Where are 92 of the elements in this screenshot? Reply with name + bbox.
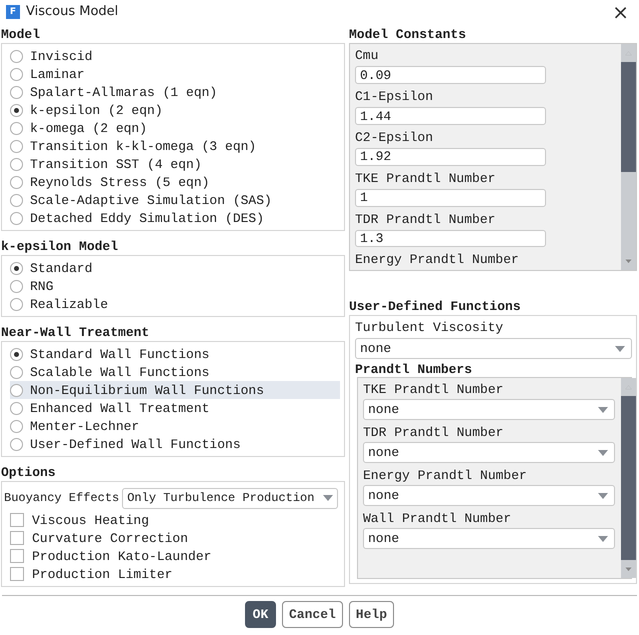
dropdown[interactable]: none xyxy=(363,399,615,420)
radio-button[interactable] xyxy=(10,194,23,207)
dropdown[interactable]: Only Turbulence Production xyxy=(122,488,338,509)
radio-option[interactable]: Standard xyxy=(10,259,340,278)
checkbox-option[interactable]: Viscous Heating xyxy=(10,511,340,530)
radio-button[interactable] xyxy=(10,212,23,225)
field-label: TKE Prandtl Number xyxy=(355,170,496,188)
section-heading: Model Constants xyxy=(349,27,468,44)
input-field[interactable]: 1.44 xyxy=(355,107,546,125)
radio-button[interactable] xyxy=(10,280,23,293)
scrollbar[interactable] xyxy=(621,378,636,578)
checkbox[interactable] xyxy=(10,531,24,546)
radio-option[interactable]: Transition k-kl-omega (3 eqn) xyxy=(10,137,340,156)
section-heading: User-Defined Functions xyxy=(349,299,522,316)
input-field[interactable]: 1.3 xyxy=(355,230,546,248)
field-label: TDR Prandtl Number xyxy=(363,424,504,442)
caret-icon xyxy=(598,450,608,456)
section-heading: Prandtl Numbers xyxy=(355,362,474,378)
radio-button[interactable] xyxy=(10,140,23,153)
radio-button[interactable] xyxy=(10,158,23,171)
checkbox-option[interactable]: Production Limiter xyxy=(10,565,340,584)
field-label: TKE Prandtl Number xyxy=(363,381,504,400)
radio-button[interactable] xyxy=(10,384,23,397)
checkbox[interactable] xyxy=(10,513,24,528)
scrollbar[interactable] xyxy=(621,44,636,270)
checkbox-option[interactable]: Production Kato-Launder xyxy=(10,547,340,566)
radio-option[interactable]: Reynolds Stress (5 eqn) xyxy=(10,173,340,192)
field-label: Turbulent Viscosity xyxy=(355,319,504,338)
input-field[interactable]: 1.92 xyxy=(355,148,546,166)
radio-option[interactable]: Standard Wall Functions xyxy=(10,345,340,364)
caret-icon xyxy=(598,536,608,542)
checkbox[interactable] xyxy=(10,567,24,582)
dropdown[interactable]: none xyxy=(363,528,615,550)
checkbox-option[interactable]: Curvature Correction xyxy=(10,529,340,548)
radio-option[interactable]: Scale-Adaptive Simulation (SAS) xyxy=(10,191,340,210)
radio-button[interactable] xyxy=(10,420,23,433)
radio-option[interactable]: Menter-Lechner xyxy=(10,417,340,436)
field-label: C1-Epsilon xyxy=(355,88,434,106)
dialog-button[interactable]: Cancel xyxy=(282,601,343,628)
input-field[interactable]: 1 xyxy=(355,188,546,207)
radio-button[interactable] xyxy=(10,298,23,311)
scrollbar-thumb[interactable] xyxy=(621,396,636,560)
input-field[interactable]: 0.09 xyxy=(355,66,546,84)
app-icon: F xyxy=(6,4,20,19)
radio-option[interactable]: k-epsilon (2 eqn) xyxy=(10,101,340,120)
field-label: C2-Epsilon xyxy=(355,128,434,147)
field-label: Energy Prandtl Number xyxy=(355,251,520,270)
radio-option[interactable]: Transition SST (4 eqn) xyxy=(10,155,340,174)
checkbox[interactable] xyxy=(10,549,24,564)
field-label: Energy Prandtl Number xyxy=(363,467,528,486)
section-heading: Model xyxy=(1,27,42,44)
radio-button[interactable] xyxy=(10,176,23,189)
radio-button[interactable] xyxy=(10,438,23,451)
radio-option[interactable]: Realizable xyxy=(10,295,340,314)
close-button[interactable]: × xyxy=(608,2,633,22)
field-label: Wall Prandtl Number xyxy=(363,510,512,528)
radio-option[interactable]: Scalable Wall Functions xyxy=(10,363,340,382)
radio-button[interactable] xyxy=(10,122,23,135)
radio-button[interactable] xyxy=(10,366,23,379)
field-label: Buoyancy Effects xyxy=(4,491,120,506)
radio-button[interactable] xyxy=(10,68,23,81)
radio-button[interactable] xyxy=(10,348,23,361)
radio-option[interactable]: k-omega (2 eqn) xyxy=(10,119,340,138)
field-label: Cmu xyxy=(355,47,380,66)
radio-button[interactable] xyxy=(10,262,23,275)
dropdown[interactable]: none xyxy=(363,442,615,464)
radio-option[interactable]: Inviscid xyxy=(10,47,340,66)
field-label: TDR Prandtl Number xyxy=(355,210,496,229)
radio-button[interactable] xyxy=(10,50,23,63)
section-heading: Options xyxy=(1,465,57,482)
caret-icon xyxy=(323,495,333,502)
section-heading: Near-Wall Treatment xyxy=(1,325,150,342)
dialog-button[interactable]: Help xyxy=(348,601,394,628)
caret-icon xyxy=(598,492,608,499)
radio-button[interactable] xyxy=(10,86,23,99)
window-title: Viscous Model xyxy=(26,4,120,20)
section-heading: k-epsilon Model xyxy=(1,239,120,256)
radio-option[interactable]: Laminar xyxy=(10,65,340,84)
radio-option[interactable]: Enhanced Wall Treatment xyxy=(10,399,340,418)
caret-icon xyxy=(598,406,608,413)
dropdown[interactable]: none xyxy=(355,338,632,360)
ok-button[interactable]: OK xyxy=(244,601,276,628)
radio-option[interactable]: Non-Equilibrium Wall Functions xyxy=(10,381,340,400)
radio-option[interactable]: RNG xyxy=(10,277,340,296)
radio-option[interactable]: Spalart-Allmaras (1 eqn) xyxy=(10,83,340,102)
scrollbar-thumb[interactable] xyxy=(621,62,636,172)
radio-button[interactable] xyxy=(10,402,23,415)
radio-option[interactable]: Detached Eddy Simulation (DES) xyxy=(10,209,340,228)
radio-option[interactable]: User-Defined Wall Functions xyxy=(10,435,340,454)
radio-button[interactable] xyxy=(10,104,23,117)
dropdown[interactable]: none xyxy=(363,485,615,506)
caret-icon xyxy=(615,346,625,352)
